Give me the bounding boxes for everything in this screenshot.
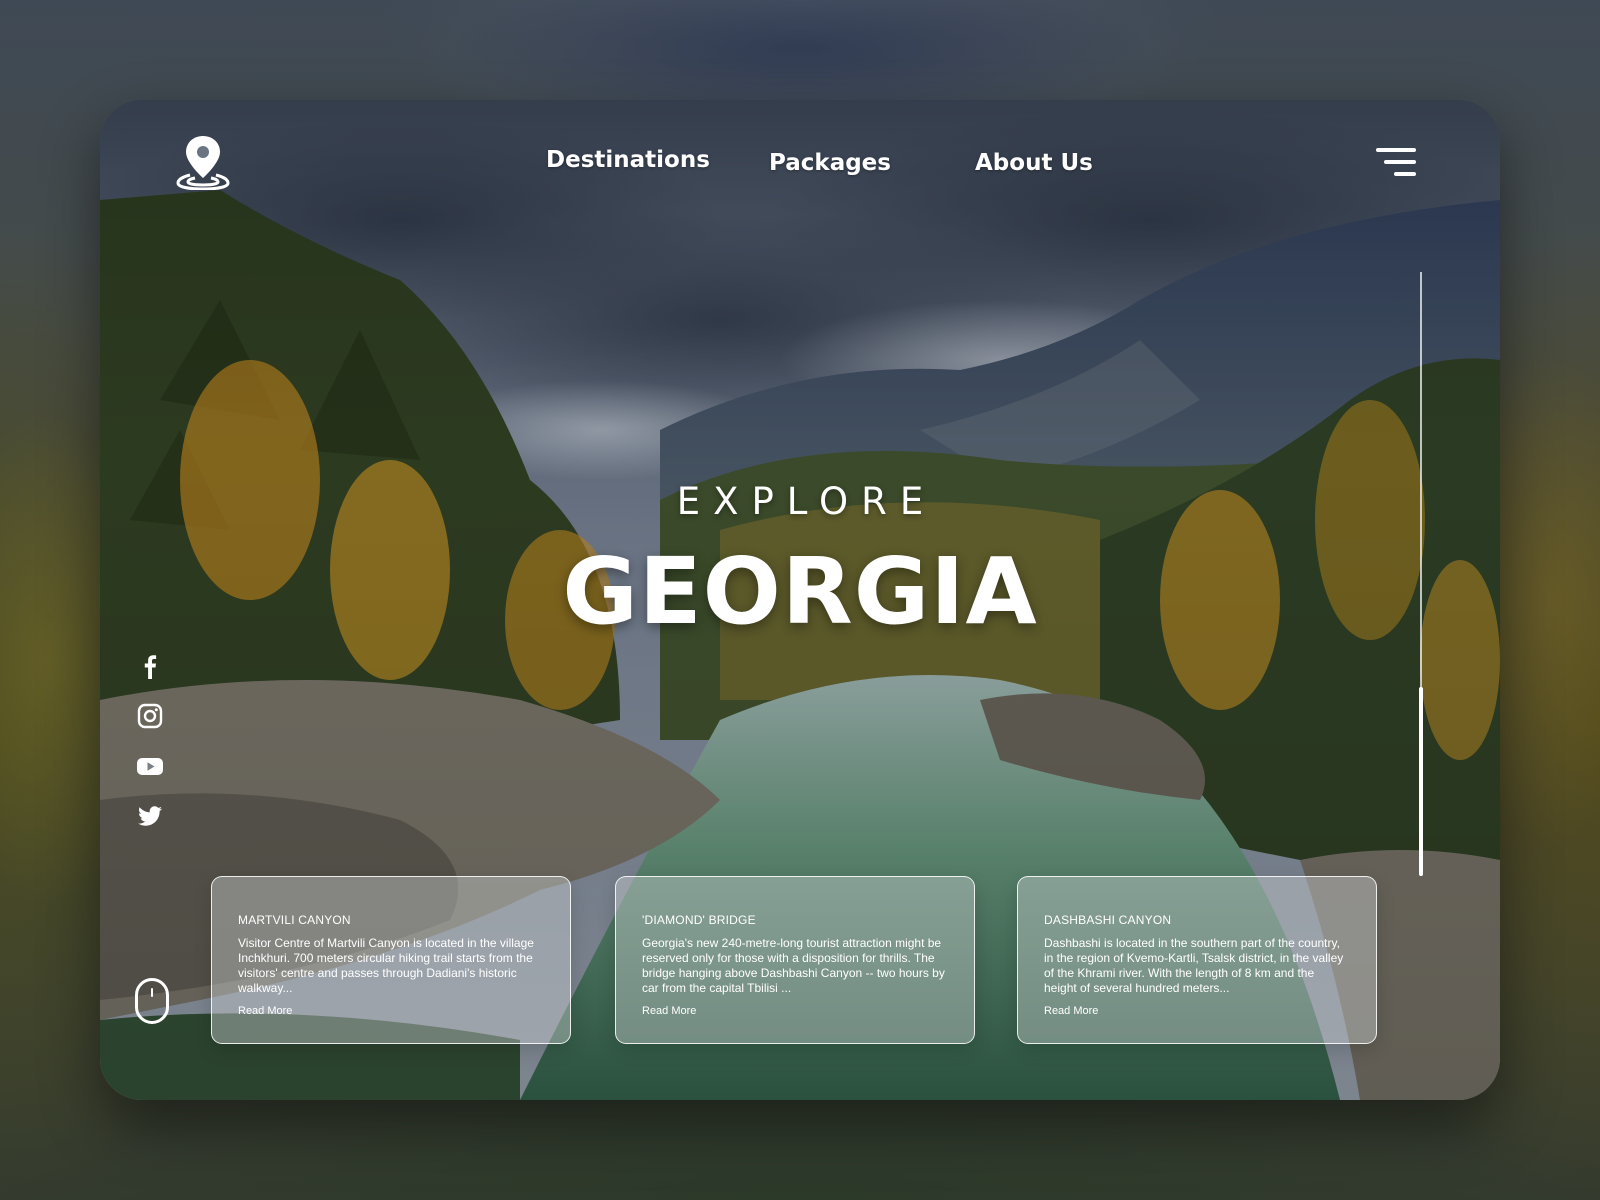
social-links <box>136 652 164 852</box>
scrollbar-thumb[interactable] <box>1419 687 1423 876</box>
card-description: Dashbashi is located in the southern par… <box>1044 936 1344 995</box>
menu-line <box>1394 172 1416 176</box>
destination-card: DASHBASHI CANYON Dashbashi is located in… <box>1017 876 1377 1044</box>
mouse-scroll-icon[interactable] <box>135 978 169 1024</box>
destination-card: 'DIAMOND' BRIDGE Georgia's new 240-metre… <box>615 876 975 1044</box>
card-title: 'DIAMOND' BRIDGE <box>642 913 756 927</box>
map-pin-icon[interactable] <box>174 132 232 191</box>
scrollbar[interactable] <box>1419 272 1423 876</box>
nav-about-us[interactable]: About Us <box>975 150 1093 176</box>
read-more-link[interactable]: Read More <box>1044 1005 1098 1017</box>
youtube-icon[interactable] <box>136 752 164 780</box>
read-more-link[interactable]: Read More <box>642 1005 696 1017</box>
facebook-icon[interactable] <box>136 652 164 680</box>
twitter-icon[interactable] <box>136 802 164 830</box>
menu-line <box>1376 148 1416 152</box>
read-more-link[interactable]: Read More <box>238 1005 292 1017</box>
card-description: Visitor Centre of Martvili Canyon is loc… <box>238 936 534 995</box>
hero-title: GEORGIA <box>562 538 1038 645</box>
menu-line <box>1384 160 1416 164</box>
card-title: DASHBASHI CANYON <box>1044 913 1172 927</box>
card-description: Georgia's new 240-metre-long tourist att… <box>642 936 945 995</box>
nav-packages[interactable]: Packages <box>769 150 891 176</box>
nav-destinations[interactable]: Destinations <box>546 147 710 173</box>
hero-kicker: EXPLORE <box>676 480 937 523</box>
hero-window: Destinations Packages About Us EXPLORE G… <box>100 100 1500 1100</box>
card-title: MARTVILI CANYON <box>238 913 351 927</box>
instagram-icon[interactable] <box>136 702 164 730</box>
destination-card: MARTVILI CANYON Visitor Centre of Martvi… <box>211 876 571 1044</box>
hamburger-menu-icon[interactable] <box>1376 148 1416 180</box>
